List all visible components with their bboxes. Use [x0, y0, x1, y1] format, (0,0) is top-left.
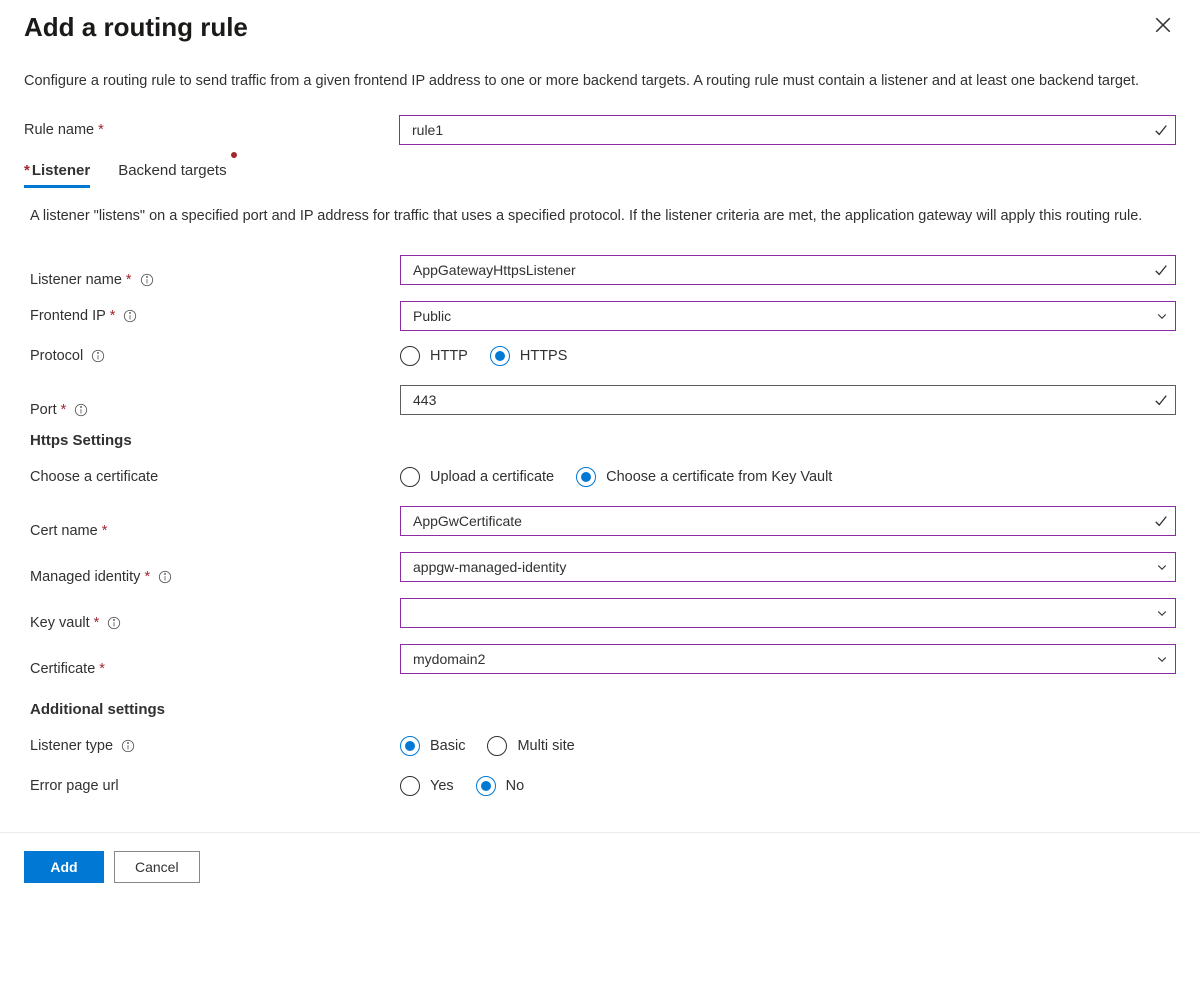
- info-icon[interactable]: [74, 403, 88, 417]
- radio-icon: [400, 736, 420, 756]
- radio-icon: [476, 776, 496, 796]
- additional-settings-title: Additional settings: [30, 701, 1176, 718]
- key-vault-dropdown[interactable]: [400, 598, 1176, 628]
- listener-type-multisite-radio[interactable]: Multi site: [487, 736, 574, 756]
- choose-cert-label: Choose a certificate: [30, 469, 158, 485]
- tab-backend-targets-label: Backend targets: [118, 162, 226, 179]
- listener-name-label: Listener name: [30, 272, 122, 288]
- upload-cert-radio[interactable]: Upload a certificate: [400, 467, 554, 487]
- dirty-indicator-icon: [231, 152, 237, 158]
- https-settings-title: Https Settings: [30, 432, 1176, 449]
- key-vault-label: Key vault: [30, 615, 90, 631]
- managed-identity-value: appgw-managed-identity: [413, 559, 566, 575]
- protocol-http-label: HTTP: [430, 348, 468, 364]
- certificate-dropdown[interactable]: mydomain2: [400, 644, 1176, 674]
- info-icon[interactable]: [140, 273, 154, 287]
- radio-icon: [400, 467, 420, 487]
- listener-name-input[interactable]: [400, 255, 1176, 285]
- listener-type-label: Listener type: [30, 738, 113, 754]
- keyvault-cert-radio[interactable]: Choose a certificate from Key Vault: [576, 467, 832, 487]
- radio-icon: [400, 776, 420, 796]
- port-label: Port: [30, 402, 57, 418]
- port-input[interactable]: [400, 385, 1176, 415]
- required-asterisk: *: [61, 402, 67, 418]
- info-icon[interactable]: [121, 739, 135, 753]
- tab-backend-targets[interactable]: Backend targets: [118, 162, 226, 188]
- frontend-ip-dropdown[interactable]: Public: [400, 301, 1176, 331]
- listener-type-multisite-label: Multi site: [517, 738, 574, 754]
- required-asterisk: *: [94, 615, 100, 631]
- protocol-label: Protocol: [30, 348, 83, 364]
- listener-type-basic-label: Basic: [430, 738, 465, 754]
- radio-icon: [576, 467, 596, 487]
- certificate-value: mydomain2: [413, 651, 485, 667]
- cert-name-input[interactable]: [400, 506, 1176, 536]
- page-title: Add a routing rule: [24, 12, 248, 43]
- required-asterisk: *: [24, 162, 30, 179]
- rule-name-label: Rule name: [24, 122, 94, 138]
- managed-identity-dropdown[interactable]: appgw-managed-identity: [400, 552, 1176, 582]
- frontend-ip-label: Frontend IP: [30, 308, 106, 324]
- error-page-yes-radio[interactable]: Yes: [400, 776, 454, 796]
- add-button[interactable]: Add: [24, 851, 104, 883]
- protocol-https-label: HTTPS: [520, 348, 568, 364]
- certificate-label: Certificate: [30, 661, 95, 677]
- info-icon[interactable]: [91, 349, 105, 363]
- error-page-url-label: Error page url: [30, 778, 119, 794]
- radio-icon: [487, 736, 507, 756]
- error-page-no-radio[interactable]: No: [476, 776, 525, 796]
- error-page-yes-label: Yes: [430, 778, 454, 794]
- frontend-ip-value: Public: [413, 308, 451, 324]
- required-asterisk: *: [144, 569, 150, 585]
- error-page-no-label: No: [506, 778, 525, 794]
- page-description: Configure a routing rule to send traffic…: [24, 71, 1176, 92]
- protocol-http-radio[interactable]: HTTP: [400, 346, 468, 366]
- cancel-button[interactable]: Cancel: [114, 851, 200, 883]
- info-icon[interactable]: [158, 570, 172, 584]
- tab-listener[interactable]: *Listener: [24, 162, 90, 188]
- required-asterisk: *: [102, 523, 108, 539]
- upload-cert-label: Upload a certificate: [430, 469, 554, 485]
- listener-tab-description: A listener "listens" on a specified port…: [24, 206, 1176, 228]
- cert-name-label: Cert name: [30, 523, 98, 539]
- required-asterisk: *: [126, 272, 132, 288]
- info-icon[interactable]: [123, 309, 137, 323]
- required-asterisk: *: [98, 122, 104, 138]
- managed-identity-label: Managed identity: [30, 569, 140, 585]
- rule-name-input[interactable]: [399, 115, 1176, 145]
- radio-icon: [400, 346, 420, 366]
- tabs: *Listener Backend targets: [24, 162, 1176, 188]
- radio-icon: [490, 346, 510, 366]
- required-asterisk: *: [99, 661, 105, 677]
- listener-type-basic-radio[interactable]: Basic: [400, 736, 465, 756]
- protocol-https-radio[interactable]: HTTPS: [490, 346, 568, 366]
- keyvault-cert-label: Choose a certificate from Key Vault: [606, 469, 832, 485]
- tab-listener-label: Listener: [32, 162, 90, 179]
- info-icon[interactable]: [107, 616, 121, 630]
- close-icon[interactable]: [1150, 12, 1176, 41]
- required-asterisk: *: [110, 308, 116, 324]
